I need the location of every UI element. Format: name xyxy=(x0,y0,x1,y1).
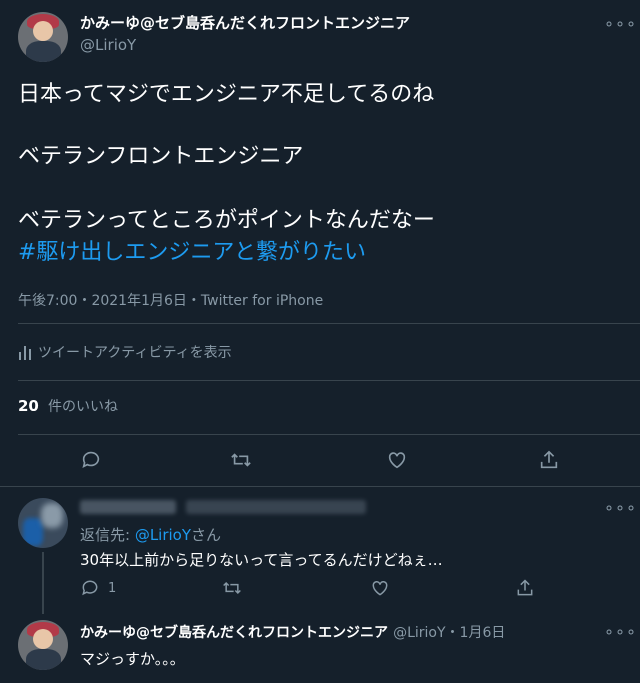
author-handle[interactable]: @LirioY xyxy=(80,36,136,54)
tweet-line-1: 日本ってマジでエンジニア不足してるのね xyxy=(18,82,435,107)
reply-author-avatar[interactable] xyxy=(18,498,68,548)
like-icon[interactable] xyxy=(370,578,390,598)
self-reply-date[interactable]: ・1月6日 xyxy=(446,625,506,641)
more-horizontal-icon[interactable]: ∘∘∘ xyxy=(604,498,637,517)
reply-reply-action[interactable]: 1 xyxy=(80,578,116,598)
hashtag-link[interactable]: #駆け出しエンジニアと繋がりたい xyxy=(18,238,366,268)
activity-label: ツイートアクティビティを表示 xyxy=(38,345,232,361)
share-icon[interactable] xyxy=(538,449,560,471)
likes-label: 件のいいね xyxy=(47,399,118,415)
share-icon[interactable] xyxy=(515,578,535,598)
self-reply-author-handle[interactable]: @LirioY xyxy=(393,625,445,641)
likes-stat[interactable]: 20 件のいいね xyxy=(18,396,118,416)
reply-count: 1 xyxy=(108,580,117,596)
tweet-line-3: ベテランってところがポイントなんだなー xyxy=(18,208,435,233)
reply-icon[interactable] xyxy=(80,449,102,471)
divider xyxy=(0,486,640,487)
tweet-timestamp[interactable]: 午後7:00・2021年1月6日・Twitter for iPhone xyxy=(18,290,323,310)
more-horizontal-icon[interactable]: ∘∘∘ xyxy=(604,14,637,33)
retweet-icon[interactable] xyxy=(230,449,252,471)
self-reply-header: かみーゆ@セブ島呑んだくれフロントエンジニア @LirioY・1月6日 xyxy=(80,622,505,642)
reply-text: 30年以上前から足りないって言ってるんだけどねぇ… xyxy=(80,551,443,569)
reply-to-line: 返信先: @LirioYさん xyxy=(80,524,221,545)
divider xyxy=(18,434,640,435)
thread-connector xyxy=(42,552,44,614)
self-reply-avatar[interactable] xyxy=(18,620,68,670)
likes-count: 20 xyxy=(18,397,39,415)
redacted-author-handle xyxy=(186,500,366,514)
reply-to-handle-link[interactable]: @LirioY xyxy=(135,526,191,544)
more-horizontal-icon[interactable]: ∘∘∘ xyxy=(604,622,637,641)
reply-to-suffix: さん xyxy=(191,526,222,544)
retweet-icon[interactable] xyxy=(222,578,242,598)
tweet-line-2: ベテランフロントエンジニア xyxy=(18,144,304,169)
tweet-activity-link[interactable]: ツイートアクティビティを表示 xyxy=(18,342,232,362)
author-avatar[interactable] xyxy=(18,12,68,62)
redacted-author-name xyxy=(80,500,176,514)
reply-icon xyxy=(80,578,100,598)
reply-to-prefix: 返信先: xyxy=(80,526,135,544)
divider xyxy=(18,380,640,381)
like-icon[interactable] xyxy=(386,449,408,471)
bar-chart-icon xyxy=(18,344,32,360)
divider xyxy=(18,323,640,324)
self-reply-text: マジっすか。。。 xyxy=(80,650,185,668)
author-name[interactable]: かみーゆ@セブ島呑んだくれフロントエンジニア xyxy=(80,12,410,33)
self-reply-author-name[interactable]: かみーゆ@セブ島呑んだくれフロントエンジニア xyxy=(80,625,388,641)
